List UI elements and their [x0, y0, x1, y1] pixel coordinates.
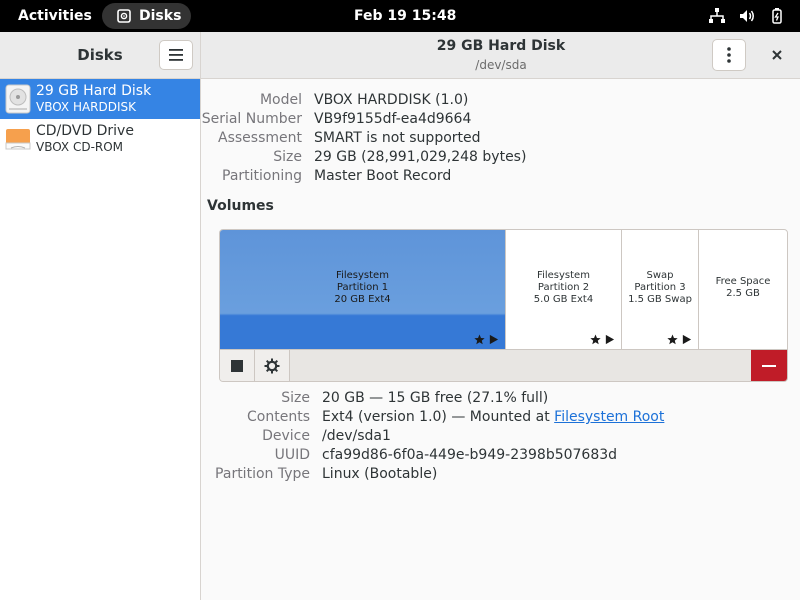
play-icon	[489, 334, 499, 345]
drive-name: CD/DVD Drive	[36, 123, 134, 139]
volume-toolbar	[220, 349, 787, 381]
main-header: 29 GB Hard Disk /dev/sda	[201, 32, 800, 79]
close-window-button[interactable]	[767, 45, 787, 65]
free-space-label: Free Space	[715, 276, 771, 287]
prop-value: VB9f9155df-ea4d9664	[314, 111, 472, 127]
sidebar: Disks 29 GB Hard Disk VBOX HARDDISK CD/D…	[0, 32, 201, 600]
prop-label: Partitioning	[222, 168, 302, 184]
partition-type-label: Filesystem	[537, 270, 590, 281]
partition-size-label: 20 GB Ext4	[334, 294, 391, 305]
prop-value: /dev/sda1	[322, 428, 391, 444]
play-icon	[682, 334, 692, 345]
volume-prop-contents: Contents Ext4 (version 1.0) — Mounted at…	[201, 408, 800, 427]
optical-drive-icon	[5, 129, 31, 150]
free-space-size: 2.5 GB	[726, 288, 760, 299]
prop-value: Ext4 (version 1.0) — Mounted at	[322, 409, 555, 425]
disks-app-icon	[117, 9, 131, 23]
gear-icon	[264, 358, 280, 374]
prop-value: 20 GB — 15 GB free (27.1% full)	[322, 390, 549, 406]
drive-name: 29 GB Hard Disk	[36, 83, 152, 99]
partition-3-block[interactable]: Swap Partition 3 1.5 GB Swap	[622, 230, 699, 349]
volumes-heading: Volumes	[207, 198, 274, 214]
volume-prop-device: Device /dev/sda1	[201, 427, 800, 446]
volume-prop-partition-type: Partition Type Linux (Bootable)	[201, 465, 800, 484]
volume-prop-size: Size 20 GB — 15 GB free (27.1% full)	[201, 389, 800, 408]
sidebar-header: Disks	[0, 32, 200, 79]
volume-map: Filesystem Partition 1 20 GB Ext4 Filesy…	[219, 229, 788, 382]
partition-number-label: Partition 2	[537, 282, 590, 293]
unmount-button[interactable]	[220, 350, 255, 381]
prop-label: Serial Number	[201, 111, 302, 127]
prop-label: Device	[262, 428, 310, 444]
prop-label: Assessment	[218, 130, 302, 146]
prop-value: VBOX HARDDISK (1.0)	[314, 92, 469, 108]
prop-label: Size	[281, 390, 310, 406]
partition-2-block[interactable]: Filesystem Partition 2 5.0 GB Ext4	[506, 230, 622, 349]
clock[interactable]: Feb 19 15:48	[354, 0, 456, 32]
prop-value: Linux (Bootable)	[322, 466, 438, 482]
stop-icon	[231, 360, 243, 372]
partition-options-button[interactable]	[255, 350, 290, 381]
partition-number-label: Partition 1	[336, 282, 389, 293]
network-wired-icon[interactable]	[708, 7, 726, 25]
disk-prop-assessment: Assessment SMART is not supported	[201, 129, 800, 148]
disk-prop-model: Model VBOX HARDDISK (1.0)	[201, 91, 800, 110]
disk-prop-serial: Serial Number VB9f9155df-ea4d9664	[201, 110, 800, 129]
main-menu-button[interactable]	[159, 40, 193, 70]
drive-item-hard-disk[interactable]: 29 GB Hard Disk VBOX HARDDISK	[0, 79, 200, 119]
disk-prop-partitioning: Partitioning Master Boot Record	[201, 167, 800, 186]
star-icon	[590, 334, 601, 345]
prop-value: cfa99d86-6f0a-449e-b949-2398b507683d	[322, 447, 618, 463]
disk-title: 29 GB Hard Disk	[436, 38, 566, 54]
prop-value: 29 GB (28,991,029,248 bytes)	[314, 149, 527, 165]
free-space-block[interactable]: Free Space 2.5 GB	[699, 230, 787, 349]
partition-1-block[interactable]: Filesystem Partition 1 20 GB Ext4	[220, 230, 506, 349]
app-menu-button[interactable]: Disks	[102, 3, 191, 29]
star-icon	[474, 334, 485, 345]
hamburger-menu-icon	[169, 49, 183, 61]
prop-value: SMART is not supported	[314, 130, 481, 146]
close-icon	[772, 50, 782, 60]
partition-number-label: Partition 3	[634, 282, 686, 293]
prop-label: Contents	[247, 409, 310, 425]
volume-icon[interactable]	[738, 7, 756, 25]
star-icon	[667, 334, 678, 345]
hard-disk-icon	[5, 84, 31, 114]
partition-type-label: Swap	[646, 270, 674, 281]
prop-label: Model	[259, 92, 302, 108]
kebab-menu-icon	[727, 47, 731, 63]
disk-prop-size: Size 29 GB (28,991,029,248 bytes)	[201, 148, 800, 167]
delete-partition-button[interactable]	[751, 350, 787, 381]
prop-label: Size	[273, 149, 302, 165]
app-name-label: Disks	[139, 8, 182, 24]
drive-model: VBOX HARDDISK	[36, 100, 137, 114]
prop-label: UUID	[274, 447, 310, 463]
disks-window: Disks 29 GB Hard Disk VBOX HARDDISK CD/D…	[0, 32, 800, 600]
activities-button[interactable]: Activities	[18, 0, 92, 32]
partition-size-label: 5.0 GB Ext4	[533, 294, 594, 305]
prop-label: Partition Type	[215, 466, 310, 482]
partition-type-label: Filesystem	[336, 270, 389, 281]
drive-model: VBOX CD-ROM	[36, 140, 124, 154]
drive-options-button[interactable]	[712, 39, 746, 71]
prop-value: Master Boot Record	[314, 168, 452, 184]
top-bar: Activities Disks Feb 19 15:48	[0, 0, 800, 32]
battery-icon[interactable]	[768, 7, 786, 25]
play-icon	[605, 334, 615, 345]
disk-details: Model VBOX HARDDISK (1.0) Serial Number …	[201, 79, 800, 600]
partition-size-label: 1.5 GB Swap	[628, 294, 692, 305]
drive-item-cd-dvd[interactable]: CD/DVD Drive VBOX CD-ROM	[0, 119, 200, 159]
minus-icon	[762, 365, 776, 367]
filesystem-root-link[interactable]: Filesystem Root	[554, 409, 664, 425]
system-tray[interactable]	[708, 7, 786, 25]
volume-prop-uuid: UUID cfa99d86-6f0a-449e-b949-2398b507683…	[201, 446, 800, 465]
disk-device-path: /dev/sda	[475, 58, 527, 72]
